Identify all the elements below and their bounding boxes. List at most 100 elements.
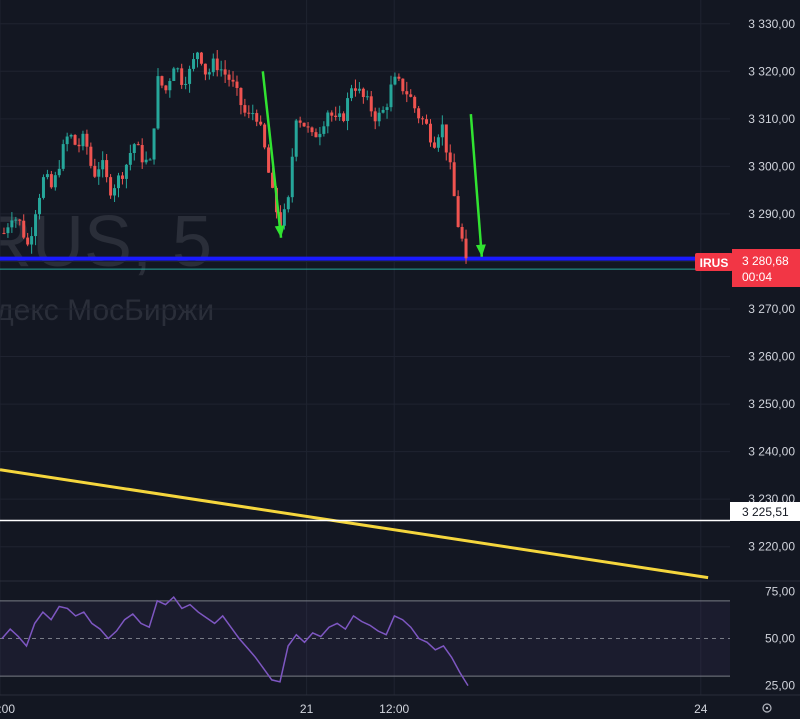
candle-body <box>247 112 251 114</box>
candle-body <box>314 132 318 138</box>
y-tick-label: 3 220,00 <box>748 540 795 554</box>
trend-line-segment <box>0 468 709 580</box>
candle-body <box>168 81 172 91</box>
candle-body <box>373 111 377 122</box>
ticker-label: IRUS <box>700 256 729 270</box>
x-tick-label: 12:00 <box>0 702 15 716</box>
candle-body <box>243 105 247 113</box>
y-tick-label: 3 290,00 <box>748 207 795 221</box>
y-tick-label: 3 310,00 <box>748 112 795 126</box>
candle-body <box>357 88 361 91</box>
candle-body <box>428 123 432 143</box>
candle-body <box>310 127 314 133</box>
candle-body <box>120 175 124 179</box>
candle-body <box>421 118 425 120</box>
candle-body <box>365 96 369 98</box>
arrow-head <box>475 244 486 257</box>
annotation-arrows[interactable] <box>261 71 486 257</box>
candle-body <box>448 152 452 163</box>
chart[interactable]: IRUS, 5 Индекс МосБиржи 75,0050,0025,00 … <box>0 0 800 719</box>
candle-body <box>282 209 286 226</box>
candle-body <box>101 160 105 170</box>
candle-body <box>381 109 385 113</box>
candle-body <box>444 124 448 153</box>
rsi-pane: 75,00 50,00 25,00 <box>0 580 800 693</box>
y-tick-label: 3 270,00 <box>748 302 795 316</box>
candle-body <box>124 164 128 179</box>
candle-body <box>413 96 417 109</box>
candle-body <box>369 96 373 112</box>
x-tick-label: 24 <box>694 702 708 716</box>
candle-body <box>89 146 93 166</box>
candle-body <box>132 144 136 153</box>
candle-body <box>353 88 357 91</box>
candle-body <box>192 59 196 69</box>
candle-body <box>389 84 393 108</box>
rsi-tick-label: 75,00 <box>765 584 795 598</box>
candle-body <box>385 107 389 110</box>
candle-body <box>456 196 460 228</box>
candle-body <box>45 174 49 178</box>
candle-body <box>41 177 45 198</box>
candle-body <box>338 113 342 117</box>
y-tick-label: 3 320,00 <box>748 64 795 78</box>
y-tick-label: 3 260,00 <box>748 350 795 364</box>
candle-body <box>10 220 14 228</box>
candle-body <box>302 122 306 127</box>
candle-body <box>61 144 65 169</box>
candle-body <box>267 147 271 173</box>
candle-body <box>97 169 101 177</box>
candle-body <box>77 144 81 147</box>
candle-body <box>417 108 421 119</box>
candle-body <box>156 76 160 129</box>
candle-body <box>346 98 350 121</box>
candle-body <box>2 232 6 234</box>
rsi-tick-label: 25,00 <box>765 679 795 693</box>
settings-icon[interactable] <box>762 703 772 713</box>
trend-line[interactable] <box>0 468 709 580</box>
candle-body <box>251 113 255 115</box>
rsi-tick-label: 50,00 <box>765 632 795 646</box>
candle-body <box>85 133 89 147</box>
rsi-band <box>0 600 730 677</box>
candle-body <box>184 83 188 85</box>
candle-body <box>144 159 148 163</box>
candle-body <box>160 76 164 86</box>
candle-body <box>109 177 113 196</box>
y-tick-label: 3 250,00 <box>748 397 795 411</box>
candle-body <box>140 145 144 163</box>
candle-body <box>203 63 207 75</box>
candle-body <box>263 124 267 148</box>
candle-body <box>128 152 132 165</box>
candle-body <box>207 72 211 75</box>
candle-body <box>401 78 405 92</box>
y-tick-label: 3 300,00 <box>748 159 795 173</box>
candle-body <box>105 160 109 178</box>
candle-body <box>148 159 152 161</box>
time-axis[interactable]: 12:00 21 12:00 24 <box>0 694 800 716</box>
candle-body <box>290 156 294 198</box>
candle-body <box>239 87 243 106</box>
candle-body <box>350 88 353 99</box>
candle-body <box>81 133 85 147</box>
arrow-shaft <box>261 71 283 238</box>
candle-body <box>223 69 227 75</box>
candle-body <box>57 168 61 176</box>
candle-body <box>188 68 192 84</box>
candle-body <box>211 58 215 73</box>
arrow-shaft <box>469 114 484 257</box>
candle-body <box>393 76 397 85</box>
candle-body <box>405 91 409 95</box>
candle-body <box>18 219 22 221</box>
candle-body <box>152 128 156 160</box>
candle-body <box>26 237 30 245</box>
candle-body <box>259 121 263 125</box>
candle-body <box>73 134 77 145</box>
candle-body <box>117 175 120 189</box>
candle-body <box>195 52 199 60</box>
current-price-timer: 00:04 <box>742 270 772 284</box>
candle-body <box>93 165 97 177</box>
candle-body <box>219 69 223 71</box>
current-price-value: 3 280,68 <box>742 254 789 268</box>
watermark-subtitle: Индекс МосБиржи <box>0 294 214 327</box>
